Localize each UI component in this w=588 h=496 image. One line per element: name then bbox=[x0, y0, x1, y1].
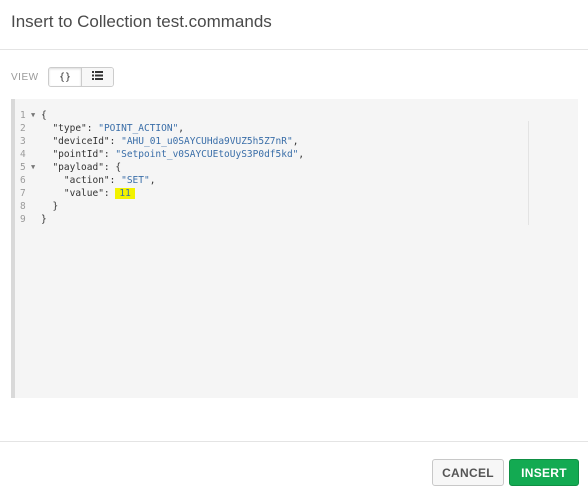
line-number: 9 bbox=[20, 214, 26, 225]
code-token: "payload" bbox=[41, 162, 104, 173]
code-token: } bbox=[41, 201, 59, 212]
code-token: "value" bbox=[41, 188, 104, 199]
line-number: 2 bbox=[20, 123, 26, 134]
insert-button[interactable]: INSERT bbox=[509, 459, 579, 486]
line-number: 6 bbox=[20, 175, 26, 186]
line-text: "pointId": "Setpoint_v0SAYCUEtoUyS3P0df5… bbox=[41, 148, 304, 161]
code-token: , bbox=[149, 175, 156, 186]
cancel-button[interactable]: CANCEL bbox=[432, 459, 504, 486]
line-number: 7 bbox=[20, 188, 26, 199]
code-token: "SET" bbox=[121, 175, 150, 186]
line-text: } bbox=[41, 213, 47, 226]
print-margin bbox=[528, 121, 529, 225]
code-token: : bbox=[103, 149, 116, 160]
dialog-title: Insert to Collection test.commands bbox=[11, 12, 272, 31]
json-braces-icon: {} bbox=[58, 71, 72, 83]
list-view-button[interactable] bbox=[81, 68, 113, 86]
code-token: } bbox=[41, 214, 47, 225]
code-token: "Setpoint_v0SAYCUEtoUyS3P0df5kd" bbox=[115, 149, 299, 160]
line-text: "value": 11 bbox=[41, 187, 135, 200]
code-token: : bbox=[86, 123, 99, 134]
code-token: "type" bbox=[41, 123, 87, 134]
code-token: "AHU_01_u0SAYCUHda9VUZ5h5Z7nR" bbox=[121, 136, 293, 147]
code-token: { bbox=[41, 110, 47, 121]
view-toggle: {} bbox=[48, 67, 114, 87]
code-token: : bbox=[103, 188, 116, 199]
list-icon bbox=[92, 71, 103, 83]
line-text: "type": "POINT_ACTION", bbox=[41, 122, 184, 135]
line-text: "action": "SET", bbox=[41, 174, 156, 187]
line-number: 5 bbox=[20, 162, 26, 173]
code-token: : bbox=[109, 136, 122, 147]
line-text: { bbox=[41, 109, 47, 122]
line-number: 3 bbox=[20, 136, 26, 147]
code-token: "pointId" bbox=[41, 149, 104, 160]
fold-arrow-icon[interactable]: ▼ bbox=[31, 109, 35, 122]
view-label: VIEW bbox=[11, 72, 39, 83]
code-token: "POINT_ACTION" bbox=[98, 123, 179, 134]
line-text: "deviceId": "AHU_01_u0SAYCUHda9VUZ5h5Z7n… bbox=[41, 135, 298, 148]
code-token: , bbox=[178, 123, 185, 134]
fold-arrow-icon[interactable]: ▼ bbox=[31, 161, 35, 174]
line-number: 1 bbox=[20, 110, 26, 121]
json-view-button[interactable]: {} bbox=[49, 68, 81, 86]
code-token: , bbox=[292, 136, 299, 147]
json-editor[interactable]: 1 ▼ {2 "type": "POINT_ACTION", 3 "deviceId"… bbox=[11, 99, 578, 398]
code-token: "deviceId" bbox=[41, 136, 110, 147]
highlighted-value: 11 bbox=[115, 188, 135, 199]
dialog-header: Insert to Collection test.commands bbox=[0, 0, 588, 50]
code-token: : bbox=[109, 175, 122, 186]
code-token: , bbox=[298, 149, 305, 160]
line-number: 8 bbox=[20, 201, 26, 212]
line-number: 4 bbox=[20, 149, 26, 160]
line-text: "payload": { bbox=[41, 161, 121, 174]
line-text: } bbox=[41, 200, 58, 213]
code-token: : { bbox=[103, 162, 122, 173]
code-token: "action" bbox=[41, 175, 110, 186]
